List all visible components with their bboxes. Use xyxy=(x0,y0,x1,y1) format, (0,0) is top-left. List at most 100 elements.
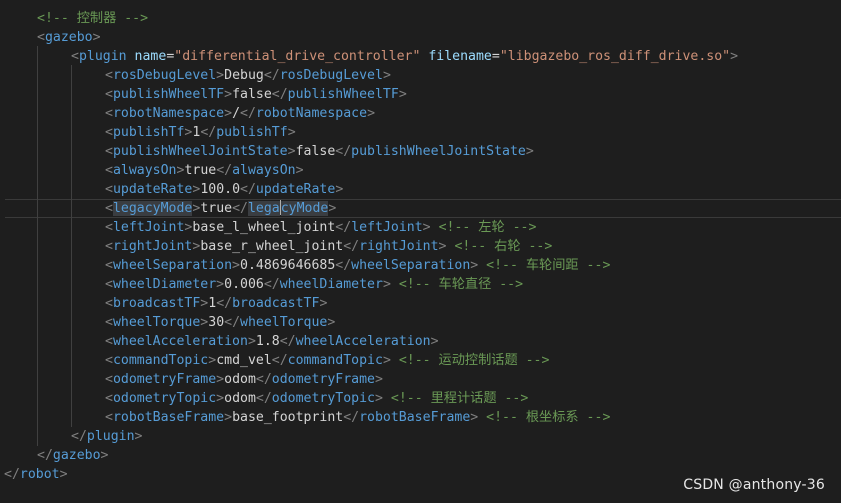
xml-bracket: < xyxy=(105,277,113,292)
xml-comment: <!-- 根坐标系 --> xyxy=(486,410,611,425)
code-line[interactable]: <!-- 控制器 --> xyxy=(37,9,148,28)
xml-bracket: > xyxy=(525,144,534,159)
code-line[interactable]: <legacyMode>true</legacyMode> xyxy=(105,199,336,218)
xml-bracket: > xyxy=(430,334,439,349)
xml-bracket: > xyxy=(216,391,225,406)
xml-tag-name: commandTopic xyxy=(112,353,209,368)
xml-comment: <!-- 里程计话题 --> xyxy=(390,391,529,406)
xml-text: 30 xyxy=(208,315,225,330)
code-line[interactable]: <plugin name = "differential_drive_control… xyxy=(71,47,738,66)
xml-bracket: > xyxy=(375,372,383,387)
xml-tag-name: wheelSeparation xyxy=(112,258,233,273)
xml-bracket: < xyxy=(105,296,113,311)
xml-string: "differential_drive_controller" xyxy=(174,49,421,64)
xml-bracket: > xyxy=(216,68,225,83)
code-line[interactable]: <commandTopic>cmd_vel</commandTopic> <!-… xyxy=(105,351,549,370)
xml-text xyxy=(431,220,439,235)
xml-comment: <!-- 运动控制话题 --> xyxy=(398,353,550,368)
code-line[interactable]: <wheelTorque>30</wheelTorque> xyxy=(105,313,335,332)
code-line[interactable]: <updateRate>100.0</updateRate> xyxy=(105,180,343,199)
xml-tag-name: publishTf xyxy=(112,125,185,140)
xml-tag-name: gazebo xyxy=(52,448,101,463)
xml-text: base_r_wheel_joint xyxy=(200,239,344,254)
xml-bracket: < xyxy=(105,68,113,83)
code-line[interactable]: <robotBaseFrame>base_footprint</robotBas… xyxy=(105,408,610,427)
xml-bracket: </ xyxy=(71,429,87,444)
xml-tag-name: robotBaseFrame xyxy=(359,410,471,425)
code-line[interactable]: <wheelAcceleration>1.8</wheelAcceleratio… xyxy=(105,332,439,351)
xml-tag-name: alwaysOn xyxy=(112,163,177,178)
xml-bracket: > xyxy=(367,106,376,121)
code-line[interactable]: <gazebo> xyxy=(37,28,101,47)
code-line[interactable]: <publishTf>1</publishTf> xyxy=(105,123,296,142)
xml-bracket: </ xyxy=(335,220,352,235)
xml-tag-name: publishWheelJointState xyxy=(351,144,526,159)
xml-tag-name: publishWheelTF xyxy=(112,87,225,102)
xml-bracket: < xyxy=(105,315,113,330)
xml-tag-name: wheelAcceleration xyxy=(112,334,248,349)
xml-bracket: </ xyxy=(343,239,360,254)
xml-text xyxy=(478,410,486,425)
xml-tag-name: wheelAcceleration xyxy=(295,334,431,349)
xml-comment: <!-- 车轮间距 --> xyxy=(486,258,611,273)
code-line[interactable]: </robot> xyxy=(4,465,68,484)
code-line[interactable]: <rosDebugLevel>Debug</rosDebugLevel> xyxy=(105,66,391,85)
xml-attribute: filename xyxy=(428,49,492,64)
xml-bracket: </ xyxy=(279,334,296,349)
code-line[interactable]: <odometryFrame>odom</odometryFrame> xyxy=(105,370,383,389)
xml-bracket: </ xyxy=(240,106,256,121)
xml-bracket: </ xyxy=(4,467,20,482)
xml-bracket: > xyxy=(398,87,407,102)
xml-bracket: </ xyxy=(216,163,233,178)
xml-tag-name: publishWheelTF xyxy=(287,87,399,102)
xml-bracket: < xyxy=(105,334,113,349)
xml-bracket: > xyxy=(224,106,233,121)
xml-text: 0.006 xyxy=(224,277,264,292)
xml-bracket: < xyxy=(105,410,113,425)
xml-tag-name: legacyMode xyxy=(112,201,193,216)
xml-tag-name: robot xyxy=(19,467,60,482)
xml-text: Debug xyxy=(224,68,264,83)
code-line[interactable]: </gazebo> xyxy=(37,446,108,465)
xml-text: odom xyxy=(224,372,256,387)
code-line[interactable]: <robotNamespace>/</robotNamespace> xyxy=(105,104,375,123)
xml-bracket: < xyxy=(105,163,113,178)
xml-tag-name: updateRate xyxy=(255,182,336,197)
code-line[interactable]: </plugin> xyxy=(71,427,142,446)
xml-bracket: </ xyxy=(255,391,272,406)
xml-bracket: </ xyxy=(343,410,360,425)
xml-tag-name: broadcastTF xyxy=(112,296,201,311)
xml-bracket: > xyxy=(232,258,240,273)
code-line[interactable]: <wheelDiameter>0.006</wheelDiameter> <!-… xyxy=(105,275,523,294)
xml-tag-name: rightJoint xyxy=(112,239,193,254)
indent-guide xyxy=(71,65,72,427)
code-line[interactable]: <wheelSeparation>0.4869646685</wheelSepa… xyxy=(105,256,610,275)
code-line[interactable]: <publishWheelJointState>false</publishWh… xyxy=(105,142,534,161)
xml-tag-name: leftJoint xyxy=(351,220,423,235)
xml-tag-name: publishTf xyxy=(216,125,288,140)
xml-text: / xyxy=(232,106,241,121)
xml-bracket: > xyxy=(295,163,304,178)
xml-bracket: < xyxy=(105,220,113,235)
code-line[interactable]: <alwaysOn>true</alwaysOn> xyxy=(105,161,304,180)
xml-tag-name: cyMode xyxy=(280,201,329,216)
code-line[interactable]: <broadcastTF>1</broadcastTF> xyxy=(105,294,327,313)
xml-bracket: > xyxy=(382,68,391,83)
xml-bracket: < xyxy=(105,258,113,273)
xml-comment: <!-- 控制器 --> xyxy=(37,11,149,26)
xml-text: base_footprint xyxy=(232,410,344,425)
xml-bracket: > xyxy=(328,201,337,216)
xml-tag-name: odometryFrame xyxy=(112,372,217,387)
code-line[interactable]: <odometryTopic>odom</odometryTopic> <!--… xyxy=(105,389,528,408)
xml-bracket: > xyxy=(224,410,233,425)
xml-bracket: > xyxy=(382,353,391,368)
xml-bracket: < xyxy=(105,353,113,368)
code-line[interactable]: <publishWheelTF>false</publishWheelTF> xyxy=(105,85,407,104)
code-editor[interactable]: <!-- 控制器 --> <gazebo> <plugin name="differ… xyxy=(0,0,841,503)
xml-bracket: </ xyxy=(335,144,352,159)
xml-comment: <!-- 右轮 --> xyxy=(454,239,553,254)
code-line[interactable]: <leftJoint>base_l_wheel_joint</leftJoint… xyxy=(105,218,536,237)
xml-text xyxy=(391,353,399,368)
code-line[interactable]: <rightJoint>base_r_wheel_joint</rightJoi… xyxy=(105,237,552,256)
xml-text xyxy=(391,277,399,292)
